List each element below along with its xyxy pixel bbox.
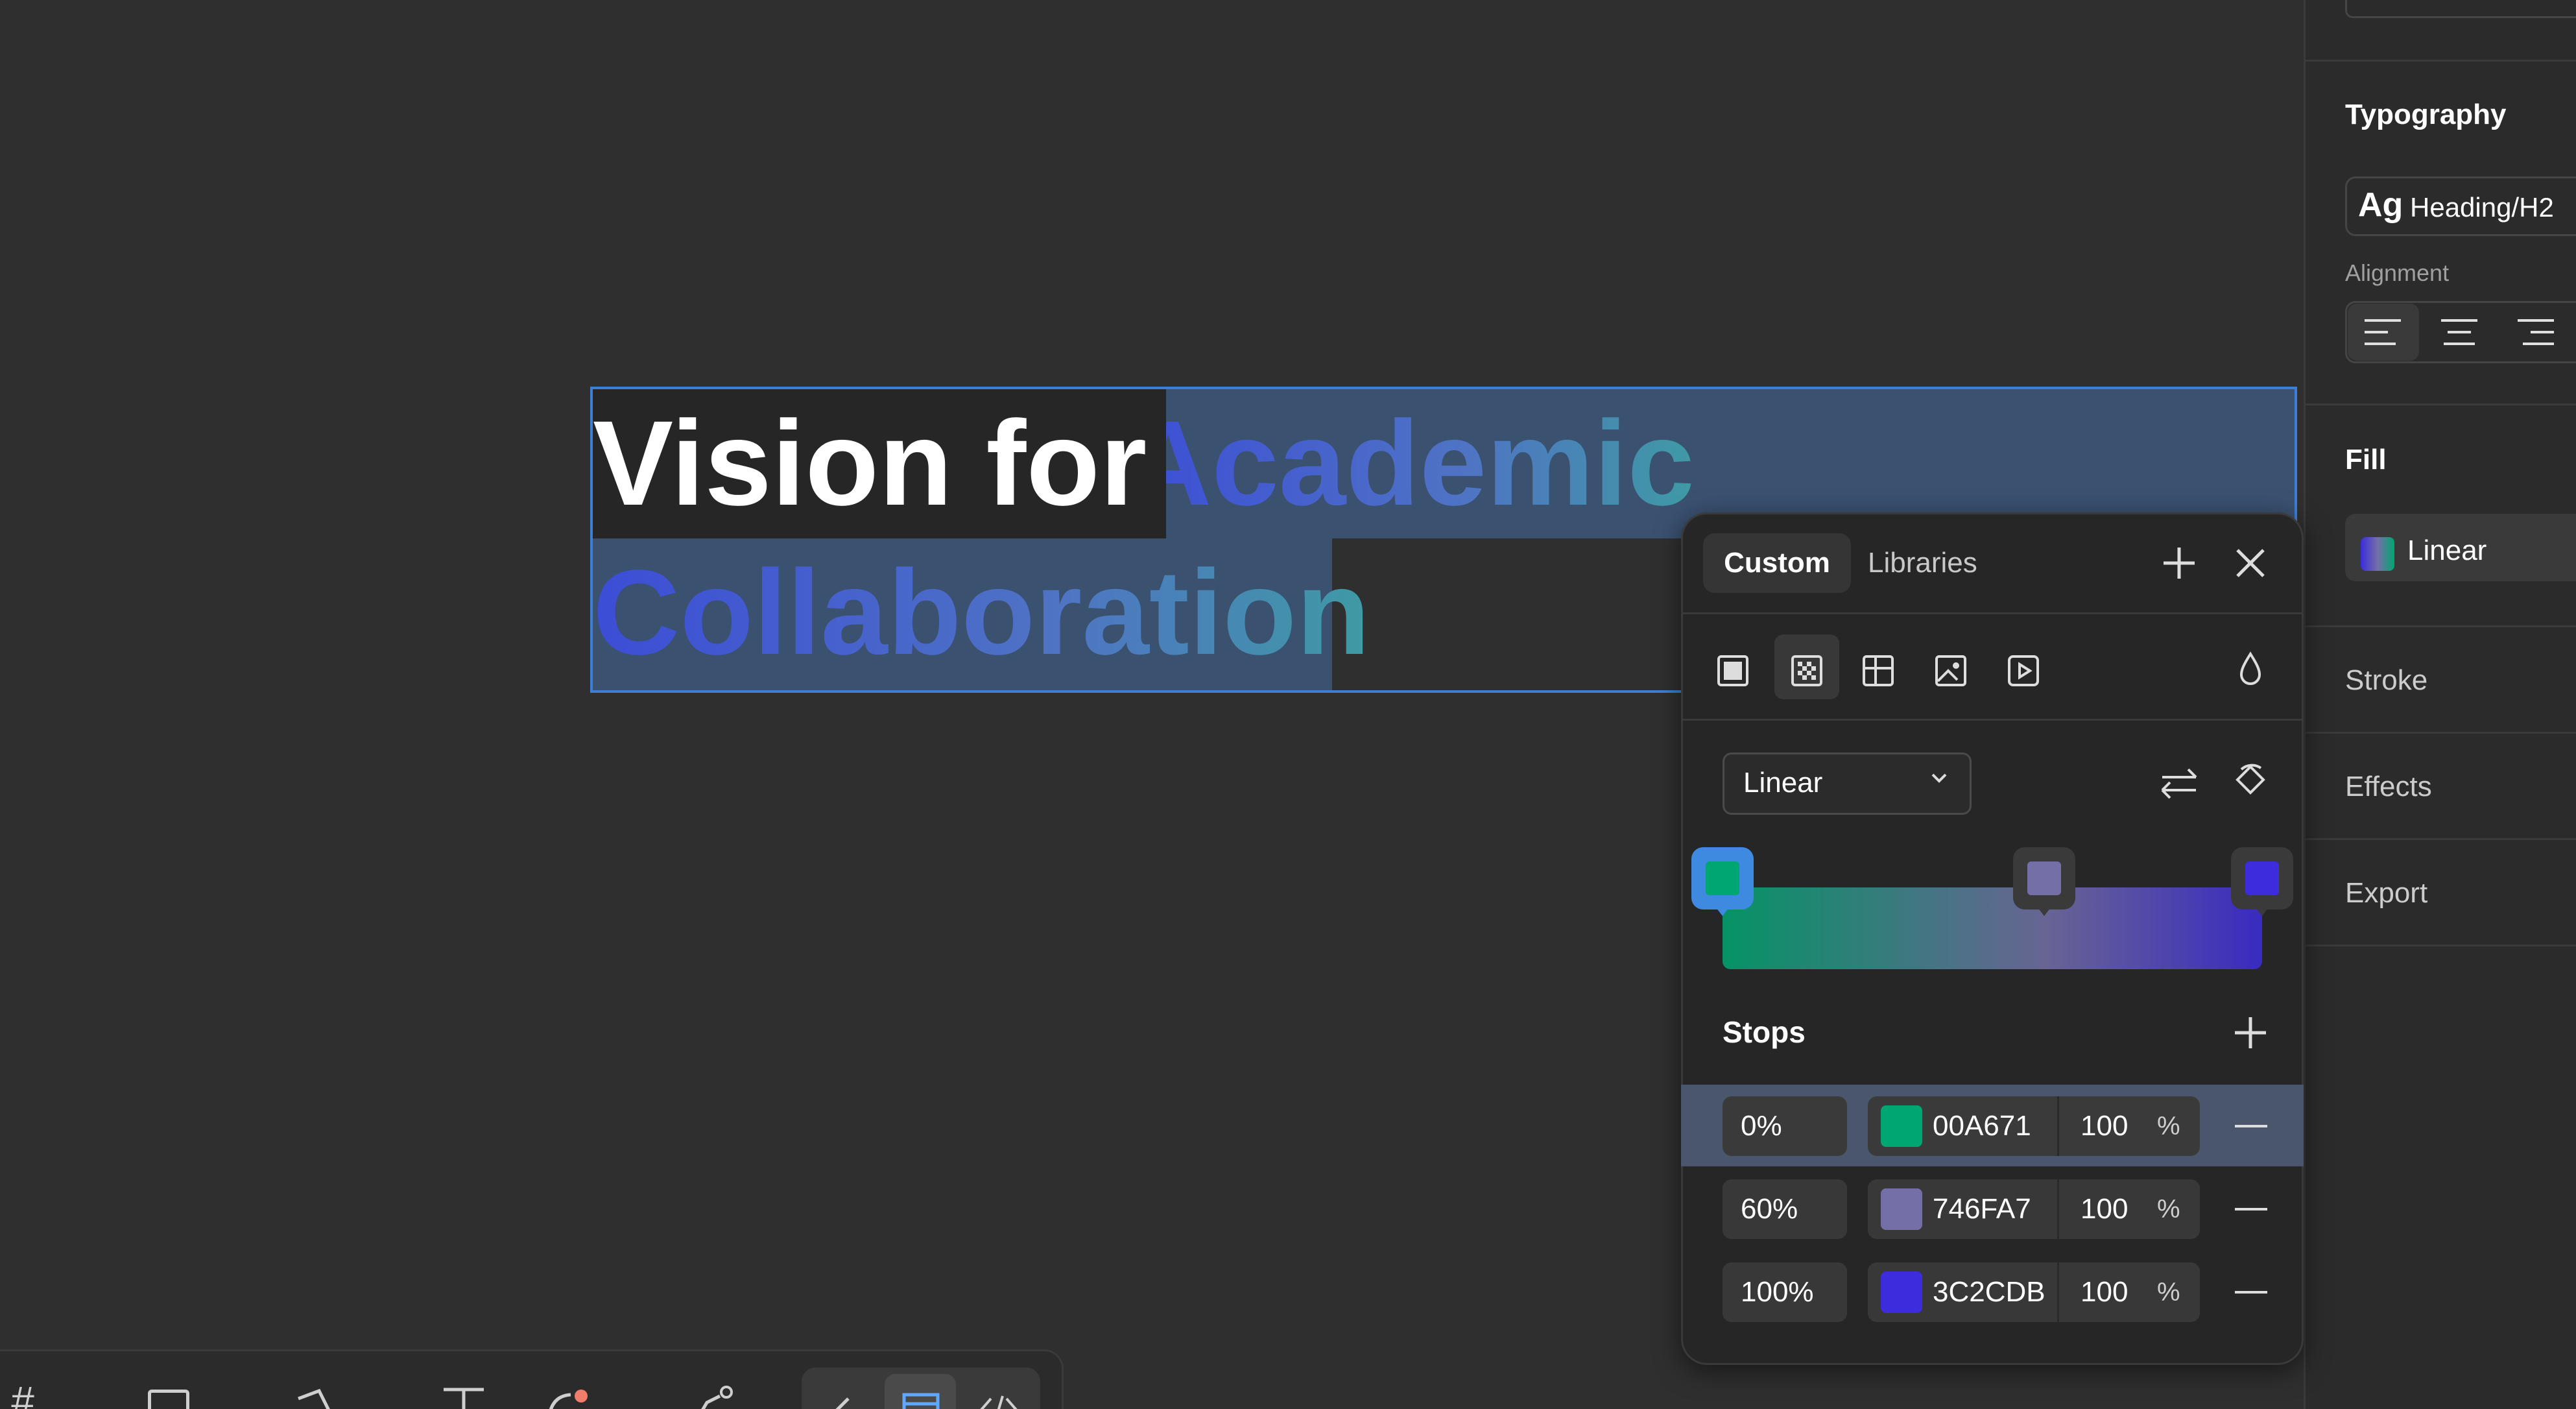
divider bbox=[1681, 719, 2304, 721]
stop-position-field[interactable]: 0% bbox=[1723, 1096, 1847, 1156]
gradient-stop-handle-0[interactable] bbox=[1691, 847, 1754, 916]
property-field-top[interactable] bbox=[2345, 0, 2576, 18]
draw-mode-icon[interactable] bbox=[822, 1388, 861, 1409]
stop-handle-swatch bbox=[2027, 861, 2061, 895]
stop-handle-pointer bbox=[1713, 904, 1732, 916]
chevron-down-icon bbox=[1926, 765, 1952, 791]
stop-handle-pointer bbox=[2253, 904, 2271, 916]
text-highlight-line2: Collaboration bbox=[593, 538, 1370, 690]
flip-gradient-icon[interactable] bbox=[2153, 758, 2205, 810]
export-title[interactable]: Export bbox=[2345, 877, 2427, 909]
percent-unit: % bbox=[2157, 1112, 2180, 1140]
tab-custom[interactable]: Custom bbox=[1703, 533, 1851, 593]
gradient-stop-handle-60[interactable] bbox=[2013, 847, 2075, 916]
heading-gradient-word-1: Academic bbox=[1125, 389, 1695, 538]
effects-tool-icon[interactable] bbox=[687, 1383, 739, 1409]
percent-unit: % bbox=[2157, 1278, 2180, 1307]
design-mode-icon[interactable] bbox=[901, 1391, 940, 1409]
remove-stop-icon[interactable] bbox=[2235, 1125, 2267, 1127]
alignment-label: Alignment bbox=[2345, 259, 2450, 286]
divider bbox=[2304, 60, 2576, 62]
stop-handle-swatch bbox=[1706, 861, 1739, 895]
pattern-fill-icon[interactable] bbox=[1847, 640, 1909, 702]
video-fill-icon[interactable] bbox=[1992, 640, 2055, 702]
gradient-preview-bar[interactable] bbox=[1723, 887, 2262, 969]
stop-hex-value[interactable]: 00A671 bbox=[1933, 1096, 2031, 1156]
stop-opacity-value[interactable]: 100 bbox=[2081, 1096, 2128, 1156]
stops-title: Stops bbox=[1723, 1015, 1806, 1049]
stop-position-field[interactable]: 60% bbox=[1723, 1179, 1847, 1239]
image-fill-icon[interactable] bbox=[1920, 640, 1982, 702]
percent-unit: % bbox=[2157, 1195, 2180, 1223]
stop-color-swatch[interactable] bbox=[1881, 1188, 1922, 1230]
stop-position-field[interactable]: 100% bbox=[1723, 1262, 1847, 1322]
close-picker-button[interactable] bbox=[2224, 537, 2276, 589]
typography-title: Typography bbox=[2345, 99, 2507, 130]
align-center-icon[interactable] bbox=[2440, 317, 2479, 348]
align-left-icon bbox=[2363, 317, 2402, 348]
stop-handle-pointer bbox=[2035, 904, 2053, 916]
comment-tool-icon[interactable] bbox=[545, 1386, 597, 1409]
stop-opacity-value[interactable]: 100 bbox=[2081, 1179, 2128, 1239]
fill-gradient-swatch[interactable] bbox=[2361, 537, 2394, 571]
pen-tool-icon[interactable] bbox=[293, 1386, 335, 1409]
stroke-title[interactable]: Stroke bbox=[2345, 664, 2427, 697]
gradient-stop-handle-100[interactable] bbox=[2231, 847, 2293, 916]
font-ag-glyph: Ag bbox=[2358, 186, 2403, 224]
stop-opacity-value[interactable]: 100 bbox=[2081, 1262, 2128, 1322]
stop-handle-swatch bbox=[2245, 861, 2279, 895]
rotate-gradient-icon[interactable] bbox=[2224, 758, 2276, 810]
stop-color-swatch[interactable] bbox=[1881, 1105, 1922, 1147]
heading-gradient-word-2: Collaboration bbox=[593, 538, 1370, 688]
divider bbox=[2304, 732, 2576, 734]
rectangle-tool-icon[interactable] bbox=[148, 1390, 189, 1409]
stop-hex-value[interactable]: 746FA7 bbox=[1933, 1179, 2031, 1239]
field-separator bbox=[2057, 1179, 2059, 1239]
effects-title[interactable]: Effects bbox=[2345, 771, 2432, 803]
font-style-name: Heading/H2 bbox=[2410, 192, 2554, 223]
divider bbox=[2304, 403, 2576, 405]
align-right-icon[interactable] bbox=[2516, 317, 2555, 348]
gradient-fill-icon[interactable] bbox=[1776, 640, 1838, 702]
field-separator bbox=[2057, 1096, 2059, 1156]
heading-plain-text[interactable]: Vision for bbox=[593, 389, 1167, 538]
gradient-type-value: Linear bbox=[1743, 767, 1823, 799]
divider bbox=[2304, 625, 2576, 627]
field-separator bbox=[2057, 1262, 2059, 1322]
solid-fill-icon[interactable] bbox=[1702, 640, 1764, 702]
divider bbox=[2304, 945, 2576, 946]
add-stop-button[interactable] bbox=[2224, 1007, 2276, 1059]
fill-title: Fill bbox=[2345, 444, 2387, 476]
divider bbox=[2304, 838, 2576, 840]
dev-mode-icon[interactable] bbox=[979, 1391, 1018, 1409]
add-style-button[interactable] bbox=[2153, 537, 2205, 589]
stop-hex-value[interactable]: 3C2CDB bbox=[1933, 1262, 2045, 1322]
opacity-drop-icon[interactable] bbox=[2219, 640, 2282, 702]
fill-type-label: Linear bbox=[2407, 535, 2487, 566]
remove-stop-icon[interactable] bbox=[2235, 1208, 2267, 1210]
text-tool-icon[interactable] bbox=[441, 1386, 486, 1409]
tab-libraries[interactable]: Libraries bbox=[1868, 533, 1977, 593]
remove-stop-icon[interactable] bbox=[2235, 1291, 2267, 1294]
stop-color-swatch[interactable] bbox=[1881, 1271, 1922, 1313]
divider bbox=[1681, 612, 2304, 614]
frame-tool-icon[interactable]: # bbox=[0, 1380, 45, 1409]
